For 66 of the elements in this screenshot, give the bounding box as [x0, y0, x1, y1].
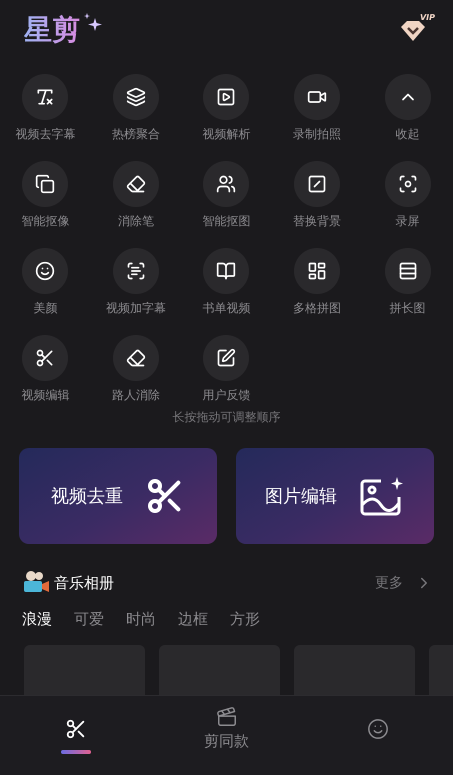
diamond-icon	[399, 19, 427, 43]
tool-button[interactable]	[22, 74, 68, 120]
category-tab[interactable]: 浪漫	[22, 610, 52, 629]
text-off-icon	[35, 87, 56, 107]
tool-label: 录屏	[396, 213, 420, 229]
tool-button[interactable]	[294, 161, 340, 207]
tool-button[interactable]	[203, 248, 250, 294]
tool-label: 录制拍照	[293, 126, 342, 142]
book-icon	[216, 261, 236, 281]
tool-label: 智能抠像	[21, 213, 70, 229]
tool-label: 拼长图	[390, 300, 426, 316]
tool-button[interactable]	[22, 335, 68, 381]
category-tab[interactable]: 边框	[178, 610, 208, 629]
tool-label: 热榜聚合	[112, 126, 160, 142]
tool-button[interactable]	[22, 161, 68, 207]
reorder-hint: 长按拖动可调整顺序	[172, 409, 282, 426]
tool-button[interactable]	[22, 248, 68, 294]
tool-label: 视频编辑	[21, 387, 70, 403]
tool-label: 书单视频	[202, 300, 250, 316]
tool-button[interactable]	[384, 161, 431, 207]
tool-button[interactable]	[203, 161, 250, 207]
slashed-square-icon	[307, 174, 328, 194]
play-square-icon	[216, 87, 236, 107]
category-tab[interactable]: 方形	[230, 610, 260, 629]
section-title: 音乐相册	[54, 574, 114, 592]
tool-button[interactable]	[112, 161, 159, 207]
tool-label: 替换背景	[293, 213, 342, 229]
category-tab[interactable]: 时尚	[126, 610, 156, 629]
layers-icon	[126, 87, 146, 107]
image-sparkle-icon	[359, 475, 405, 517]
tool-button[interactable]	[203, 74, 250, 120]
tool-button[interactable]	[112, 74, 159, 120]
people-icon	[216, 174, 236, 194]
tool-label: 多格拼图	[293, 300, 342, 316]
tab-indicator	[60, 750, 90, 754]
grid-layout-icon	[307, 261, 328, 281]
tool-label: 视频去字幕	[15, 126, 76, 142]
copy-icon	[35, 174, 56, 194]
eraser-icon	[126, 174, 146, 194]
eraser-icon	[126, 348, 146, 368]
edit-icon	[216, 348, 236, 368]
scissors-icon	[35, 348, 56, 368]
focus-frame-icon	[398, 174, 418, 194]
tool-button[interactable]	[384, 248, 431, 294]
tool-button[interactable]	[112, 248, 159, 294]
tool-label: 收起	[396, 126, 420, 142]
tool-label: 视频加字幕	[106, 300, 166, 316]
tool-label: 美颜	[33, 300, 58, 316]
category-tab[interactable]: 可爱	[74, 610, 104, 629]
feature-card[interactable]: 视频去重	[19, 448, 217, 544]
tool-label: 路人消除	[112, 387, 160, 403]
scan-text-icon	[126, 261, 146, 281]
tool-label: 消除笔	[118, 213, 154, 229]
tool-button[interactable]	[203, 335, 250, 381]
tool-label: 视频解析	[202, 126, 250, 142]
smile-icon	[35, 261, 56, 281]
feature-card[interactable]: 图片编辑	[236, 448, 434, 544]
tool-button[interactable]	[294, 74, 340, 120]
tool-label: 智能抠图	[202, 213, 250, 229]
more-link[interactable]: 更多	[375, 574, 433, 592]
nav-tab[interactable]: 剪同款	[151, 696, 302, 775]
rows-icon	[398, 261, 418, 281]
tool-label: 用户反馈	[202, 387, 250, 403]
tool-button[interactable]	[294, 248, 340, 294]
tool-button[interactable]	[112, 335, 159, 381]
vip-label: VIP	[420, 13, 435, 22]
